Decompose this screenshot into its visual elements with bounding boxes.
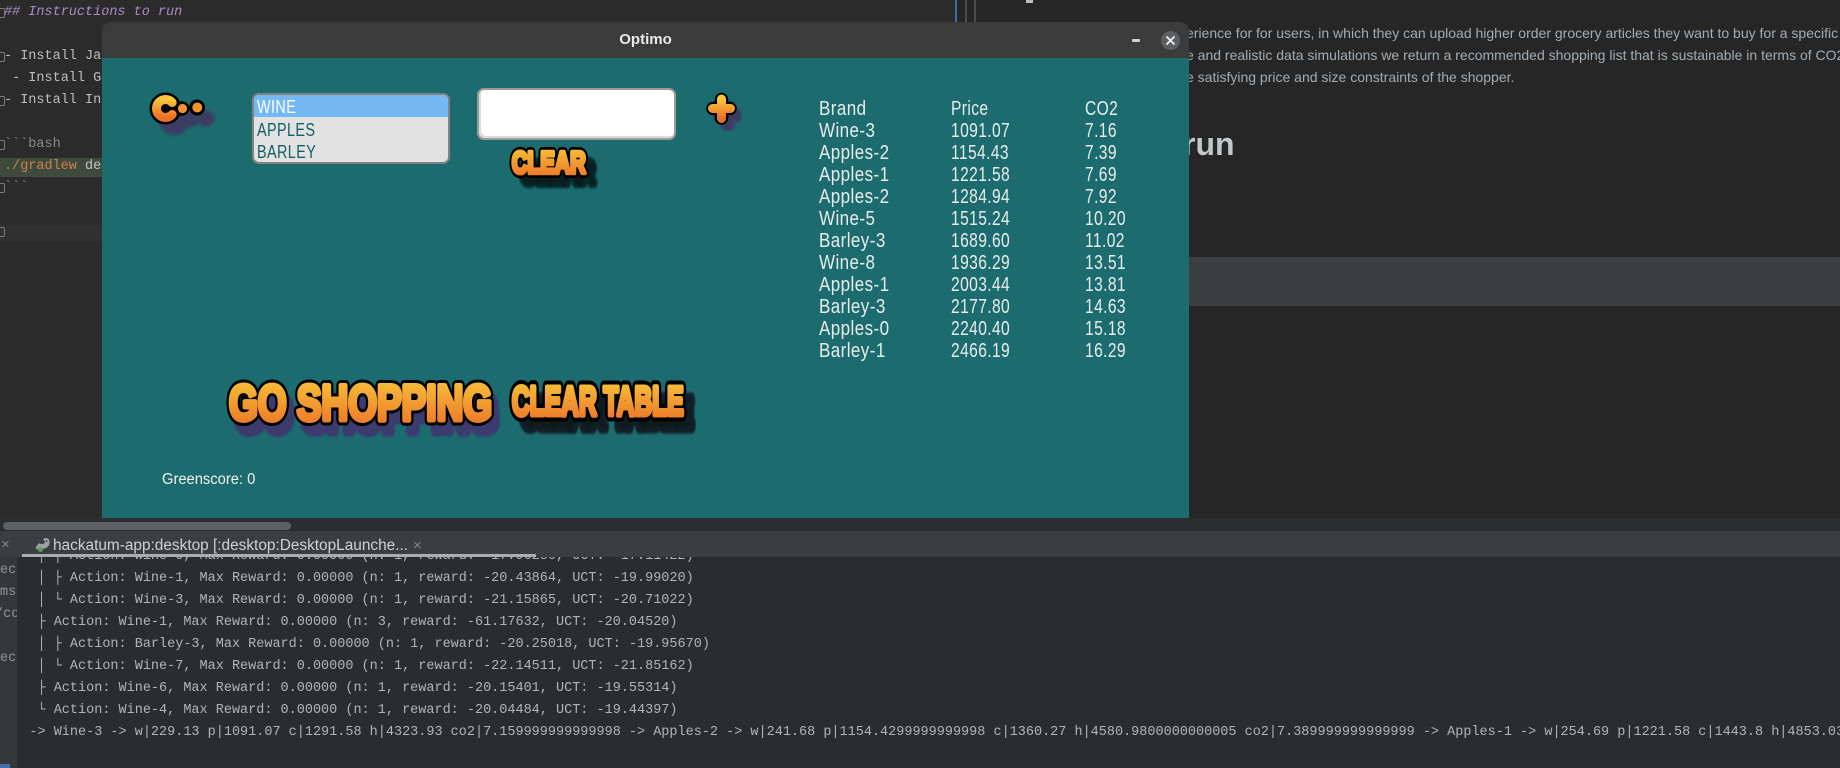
svg-text:GO SHOPPING: GO SHOPPING <box>229 376 492 432</box>
svg-text:CLEAR: CLEAR <box>512 145 586 180</box>
svg-text:CLEAR TABLE: CLEAR TABLE <box>512 379 684 425</box>
